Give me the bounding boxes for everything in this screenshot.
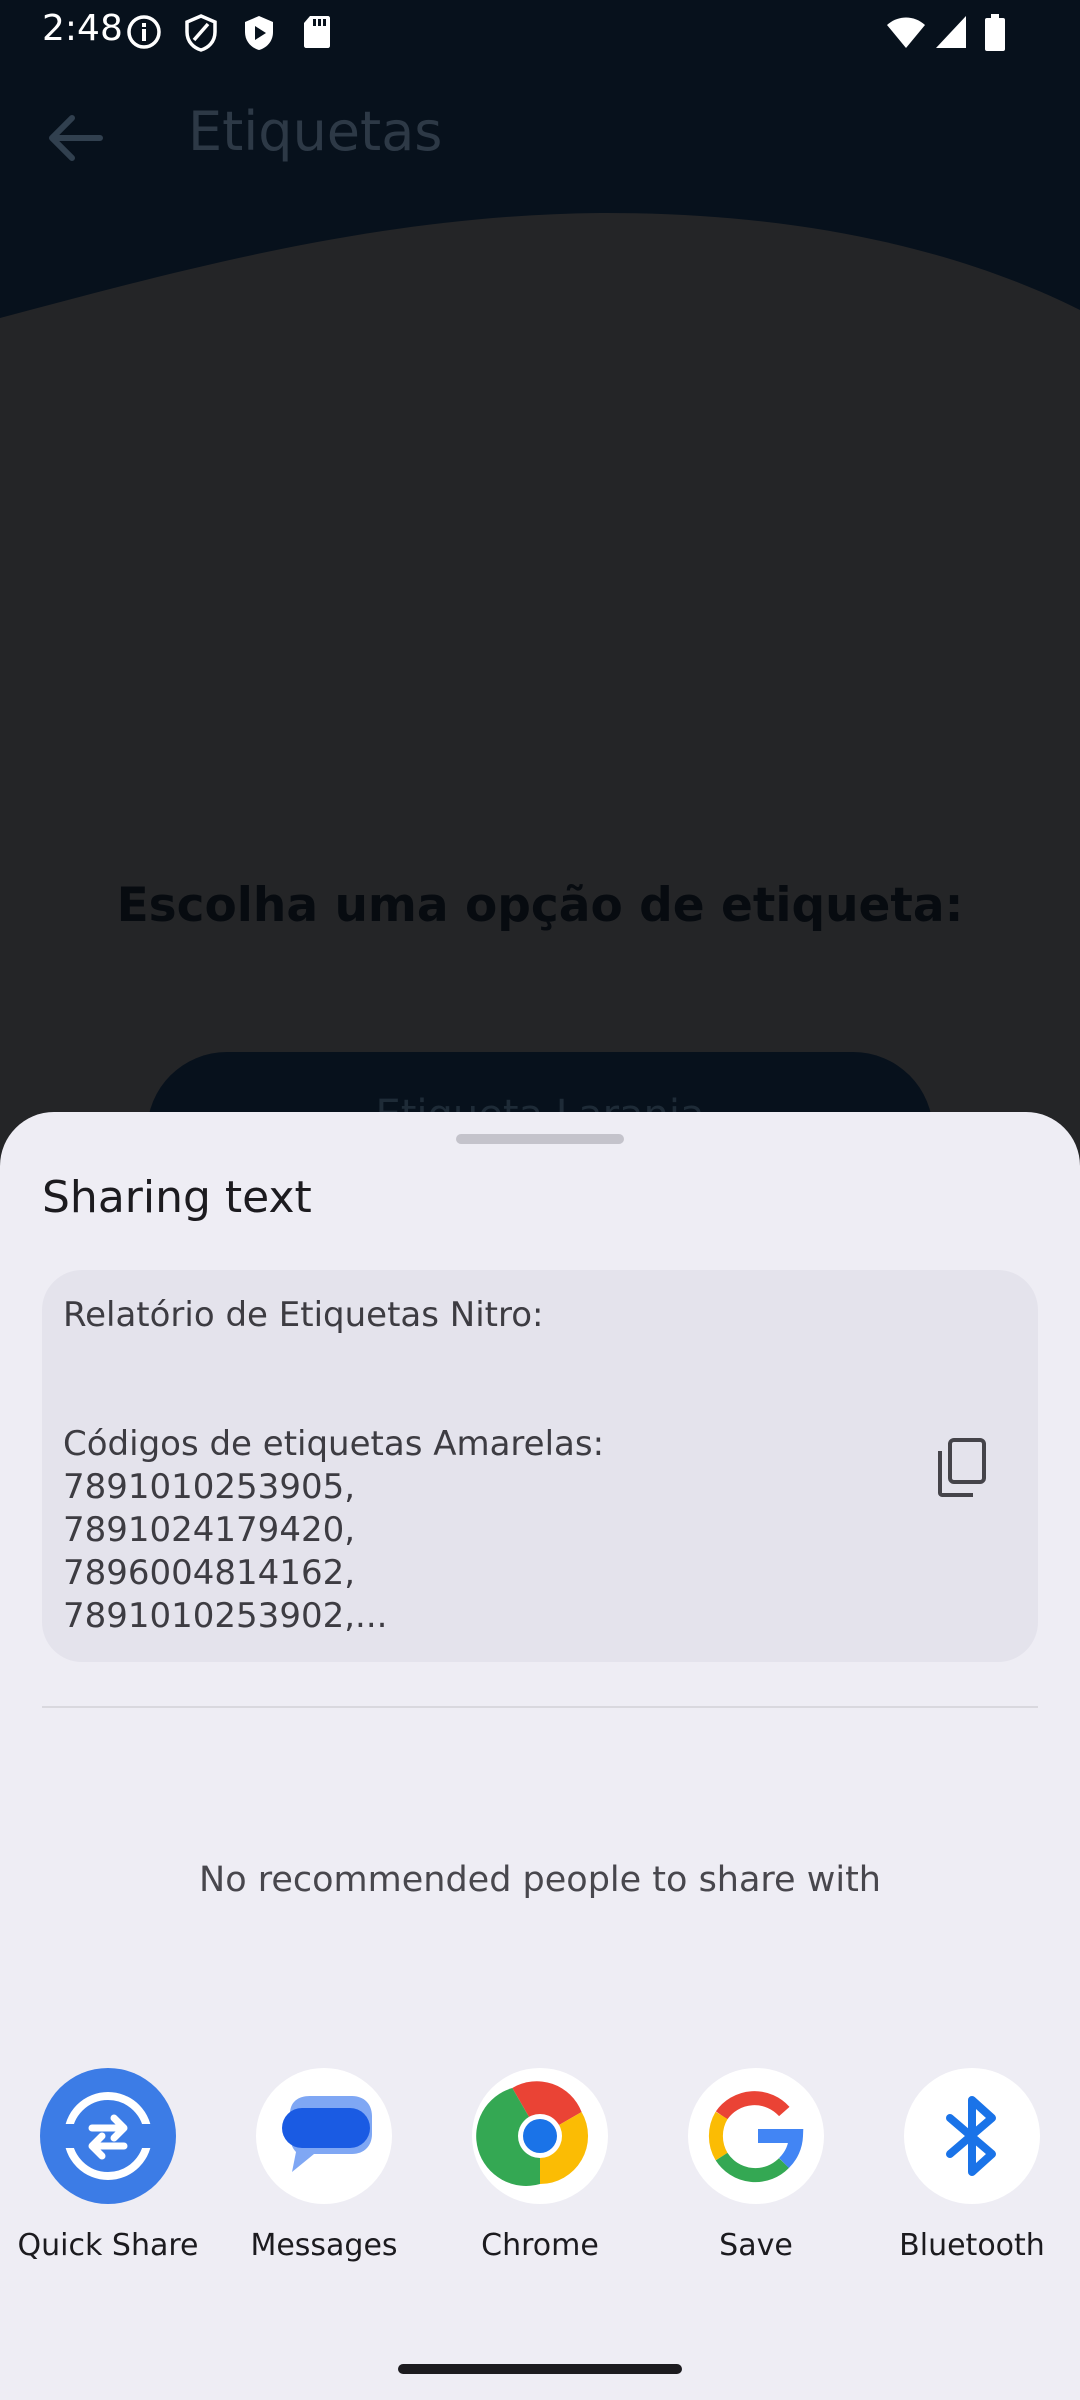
chrome-icon (472, 2068, 608, 2204)
google-icon (688, 2068, 824, 2204)
bluetooth-icon (904, 2068, 1040, 2204)
share-sheet: Sharing text Relatório de Etiquetas Nitr… (0, 1112, 1080, 2400)
status-time: 2:48 (42, 8, 123, 49)
app-title: Etiquetas (188, 100, 443, 163)
battery-icon (984, 14, 1006, 56)
info-icon (126, 14, 162, 54)
divider (42, 1706, 1038, 1708)
share-target-label: Quick Share (17, 2228, 199, 2263)
share-target-bluetooth[interactable]: Bluetooth (864, 2062, 1080, 2282)
app-heading: Escolha uma opção de etiqueta: (116, 878, 964, 933)
share-target-label: Save (719, 2228, 793, 2263)
share-target-quick-share[interactable]: Quick Share (0, 2062, 216, 2282)
copy-button[interactable] (912, 1420, 1012, 1520)
status-bar: 2:48 (0, 0, 1080, 64)
preview-text: Relatório de Etiquetas Nitro: Códigos de… (63, 1295, 605, 1636)
share-target-chrome[interactable]: Chrome (432, 2062, 648, 2282)
share-target-messages[interactable]: Messages (216, 2062, 432, 2282)
drag-handle[interactable] (456, 1134, 624, 1144)
share-target-label: Chrome (481, 2228, 599, 2263)
quick-share-icon (40, 2068, 176, 2204)
share-target-save[interactable]: Save (648, 2062, 864, 2282)
sheet-title: Sharing text (42, 1172, 312, 1223)
gesture-nav-handle[interactable] (398, 2364, 682, 2374)
share-target-label: Messages (250, 2228, 398, 2263)
play-protect-icon (242, 14, 276, 56)
copy-icon (935, 1437, 989, 1503)
no-recommendations-text: No recommended people to share with (199, 1860, 881, 1900)
messages-icon (256, 2068, 392, 2204)
shield-icon (184, 14, 218, 56)
share-targets-row: Quick Share Messages Chrome Save Bluetoo… (0, 2062, 1080, 2282)
text-preview-card: Relatório de Etiquetas Nitro: Códigos de… (42, 1270, 1038, 1662)
back-arrow-icon[interactable] (44, 112, 104, 164)
cellular-signal-icon (934, 14, 968, 54)
wifi-icon (886, 14, 926, 54)
sd-card-icon (302, 14, 332, 54)
share-target-label: Bluetooth (899, 2228, 1045, 2263)
